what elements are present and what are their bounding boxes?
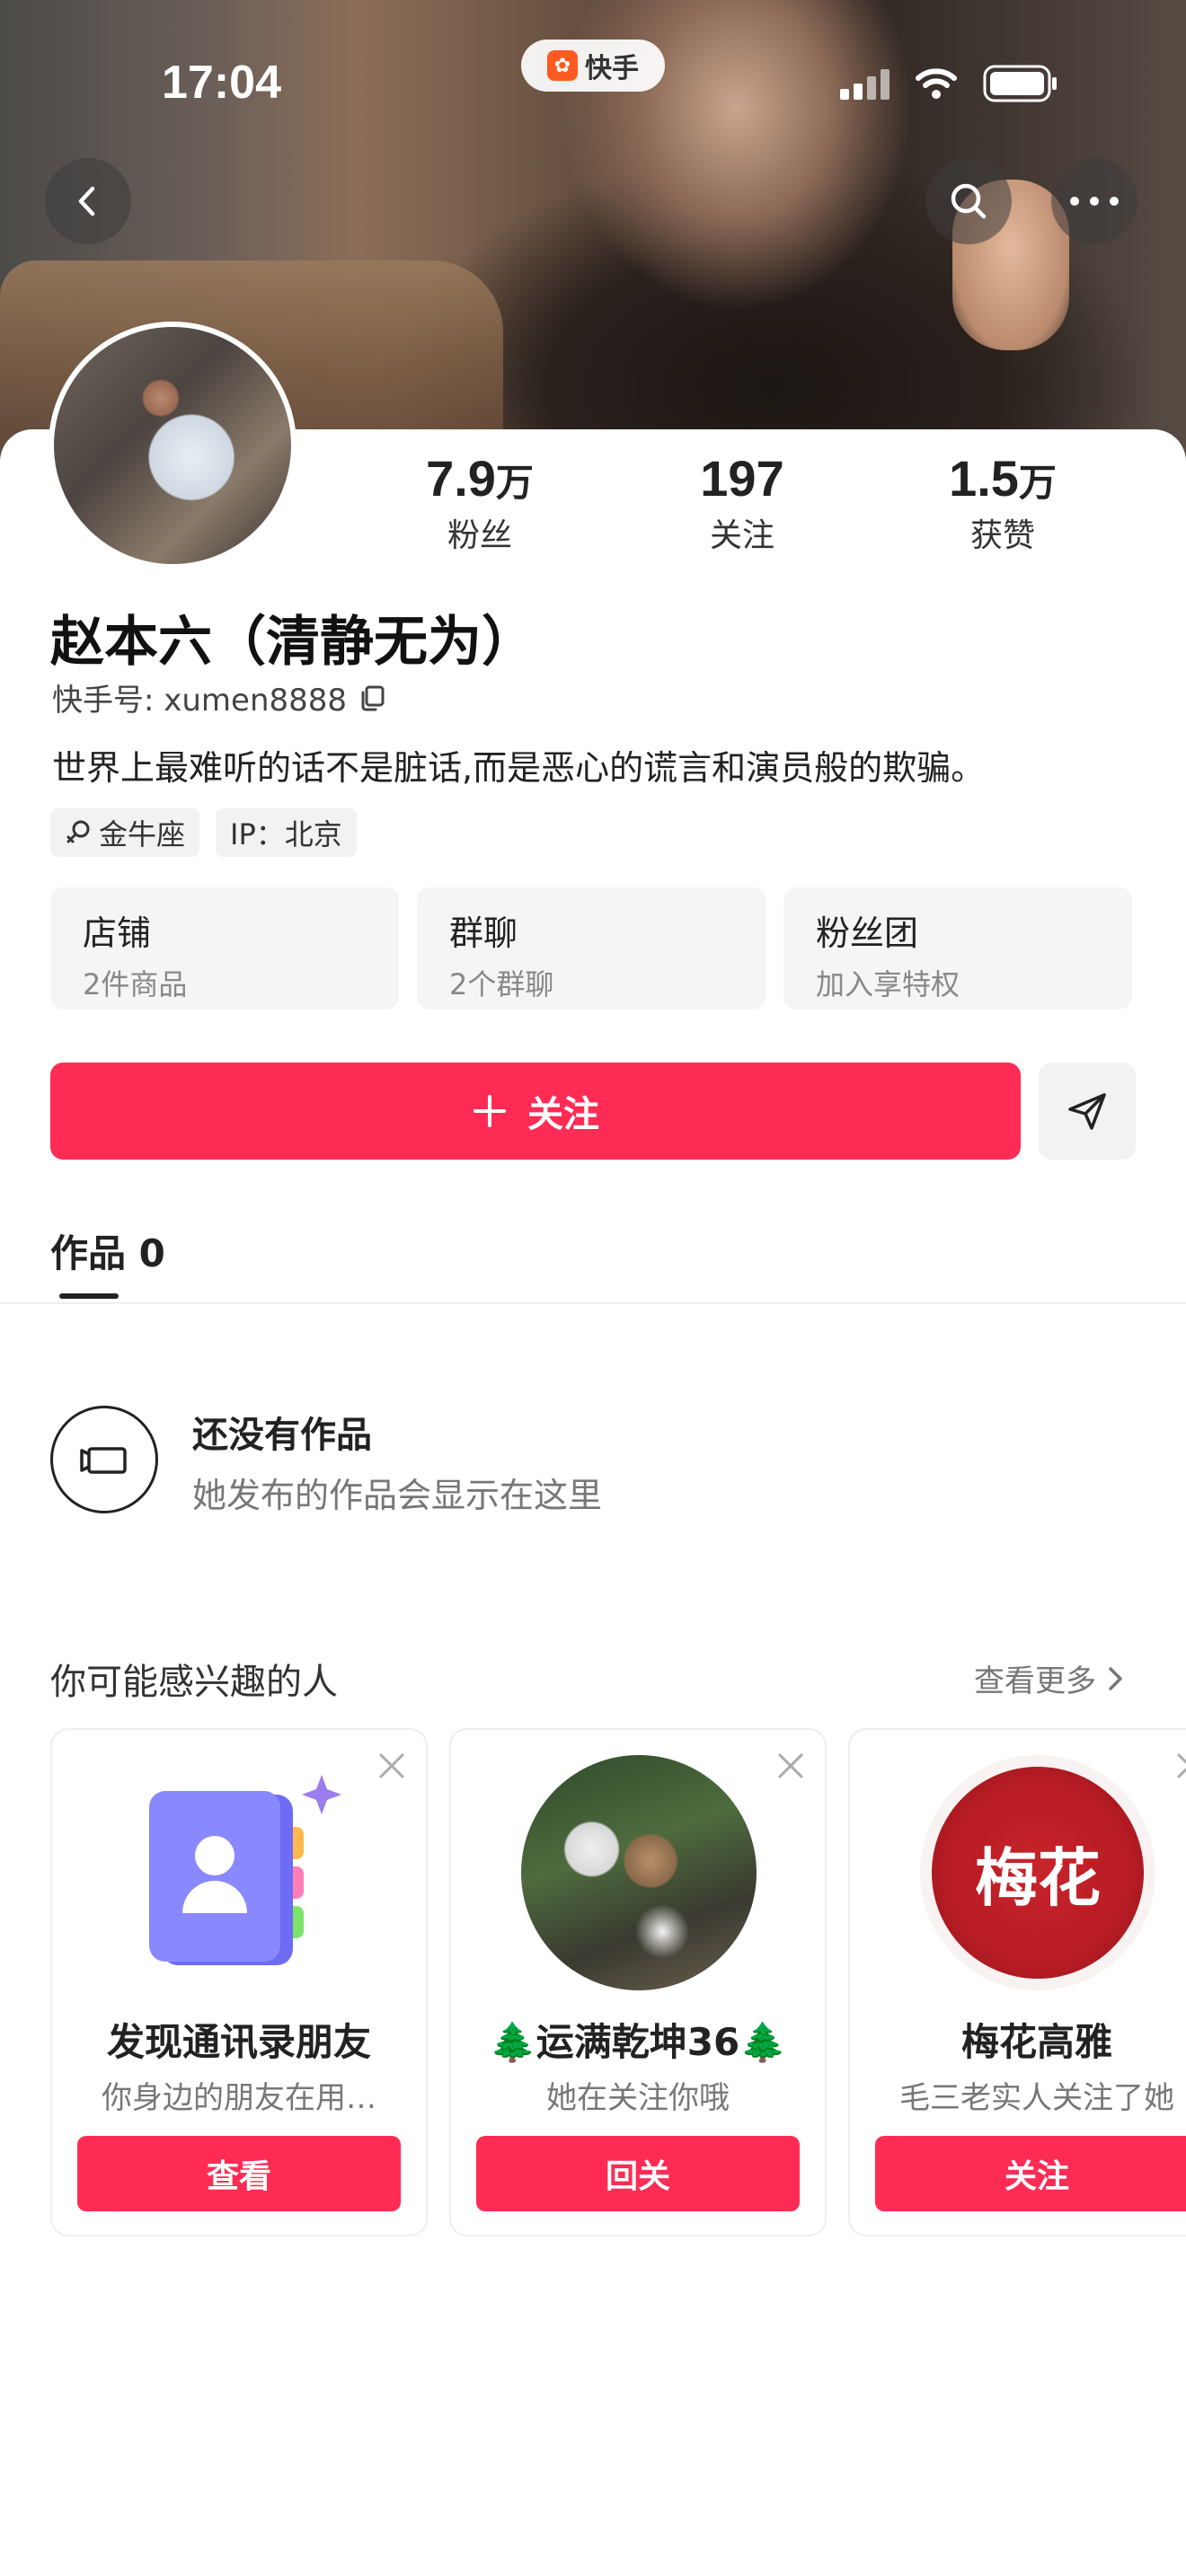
chevron-right-icon [1109,1666,1122,1690]
follow-button[interactable]: 关注 [50,1063,1021,1160]
search-button[interactable] [925,158,1012,244]
follow-button-small[interactable]: 关注 [875,2136,1186,2211]
kuaishou-id[interactable]: 快手号: xumen8888 [52,675,386,719]
suggestion-name: 梅花高雅 [960,2020,1112,2064]
feature-fan-club[interactable]: 粉丝团 加入享特权 [783,887,1132,1010]
contacts-book-icon [122,1755,358,1990]
suggestion-name: 🌲运满乾坤36🌲 [489,2020,787,2064]
empty-state-subtitle: 她发布的作品会显示在这里 [192,1476,603,1515]
stat-value: 1.5万 [949,450,1057,507]
kuaishou-badge[interactable]: ✿ 快手 [521,40,665,92]
battery-icon [983,65,1058,102]
stat-followers[interactable]: 7.9万 粉丝 [381,449,579,556]
stat-value: 197 [700,450,784,507]
stat-following[interactable]: 197 关注 [643,449,841,556]
feature-title: 群聊 [449,913,518,953]
close-icon[interactable] [776,1751,805,1780]
suggestion-avatar [521,1755,757,1990]
kuaishou-id-label: 快手号: xumen8888 [52,683,348,719]
feature-title: 粉丝团 [816,913,919,953]
suggestion-card-user[interactable]: 🌲运满乾坤36🌲 她在关注你哦 回关 [449,1728,827,2236]
see-more-label: 查看更多 [974,1663,1096,1699]
wifi-icon [915,67,958,100]
follow-button-label: 关注 [527,1094,599,1135]
tag-label: 金牛座 [99,817,186,851]
feature-subtitle: 2个群聊 [449,967,554,1001]
more-button[interactable] [1051,158,1137,244]
tab-works[interactable]: 作品 0 [50,1223,165,1278]
follow-back-button[interactable]: 回关 [476,2136,800,2211]
stat-label: 获赞 [969,517,1035,554]
profile-tags: 金牛座 IP：北京 [50,808,357,857]
message-button[interactable] [1039,1063,1136,1160]
feature-shop[interactable]: 店铺 2件商品 [50,887,399,1010]
close-icon[interactable] [377,1751,406,1780]
empty-state-title: 还没有作品 [192,1415,372,1456]
send-icon [1068,1093,1106,1130]
copy-icon[interactable] [358,684,386,712]
feature-subtitle: 加入享特权 [816,967,960,1001]
video-camera-icon [80,1447,127,1474]
back-button[interactable] [45,158,131,244]
suggestions-title: 你可能感兴趣的人 [50,1662,338,1703]
profile-stats: 7.9万 粉丝 197 关注 1.5万 获赞 [0,449,1186,566]
feature-title: 店铺 [83,913,152,953]
suggestion-card-user[interactable]: 梅花 梅花高雅 毛三老实人关注了她 关注 [848,1728,1186,2236]
profile-name: 赵本六（清静无为） [50,611,535,674]
kuaishou-logo-icon: ✿ [547,50,578,81]
suggestion-card-contacts[interactable]: 发现通讯录朋友 你身边的朋友在用… 查看 [50,1728,428,2236]
stat-label: 粉丝 [447,517,512,554]
suggestion-subtitle: 毛三老实人关注了她 [899,2080,1174,2116]
feature-boxes: 店铺 2件商品 群聊 2个群聊 粉丝团 加入享特权 [50,887,1132,1010]
feature-group-chat[interactable]: 群聊 2个群聊 [417,887,766,1010]
more-dots-icon [1070,197,1119,206]
search-icon [951,183,987,219]
cellular-signal-icon [840,67,890,100]
status-time: 17:04 [162,57,281,109]
plus-icon [474,1095,506,1127]
stat-likes[interactable]: 1.5万 获赞 [904,449,1102,556]
suggestion-subtitle: 她在关注你哦 [546,2080,730,2116]
female-icon [66,820,90,843]
view-button[interactable]: 查看 [77,2136,401,2211]
feature-subtitle: 2件商品 [83,967,188,1001]
empty-works-icon-wrap [50,1406,158,1513]
stat-label: 关注 [709,517,774,554]
see-more-link[interactable]: 查看更多 [974,1656,1125,1700]
chevron-left-icon [78,186,95,216]
plum-avatar-text: 梅花 [932,1767,1144,1979]
profile-bio: 世界上最难听的话不是脏话,而是恶心的谎言和演员般的欺骗。 [52,748,986,788]
tag-label: IP：北京 [230,817,342,851]
stat-value: 7.9万 [426,450,534,507]
tag-zodiac: 金牛座 [50,808,200,857]
suggestion-avatar: 梅花 [920,1755,1155,1990]
suggestion-name: 发现通讯录朋友 [106,2020,371,2064]
suggestion-subtitle: 你身边的朋友在用… [102,2080,376,2116]
kuaishou-badge-label: 快手 [585,53,639,84]
tag-ip: IP：北京 [216,808,357,857]
tab-active-indicator [59,1293,119,1299]
tabs-divider [0,1302,1186,1304]
close-icon[interactable] [1175,1751,1186,1780]
status-icons [840,65,1058,102]
